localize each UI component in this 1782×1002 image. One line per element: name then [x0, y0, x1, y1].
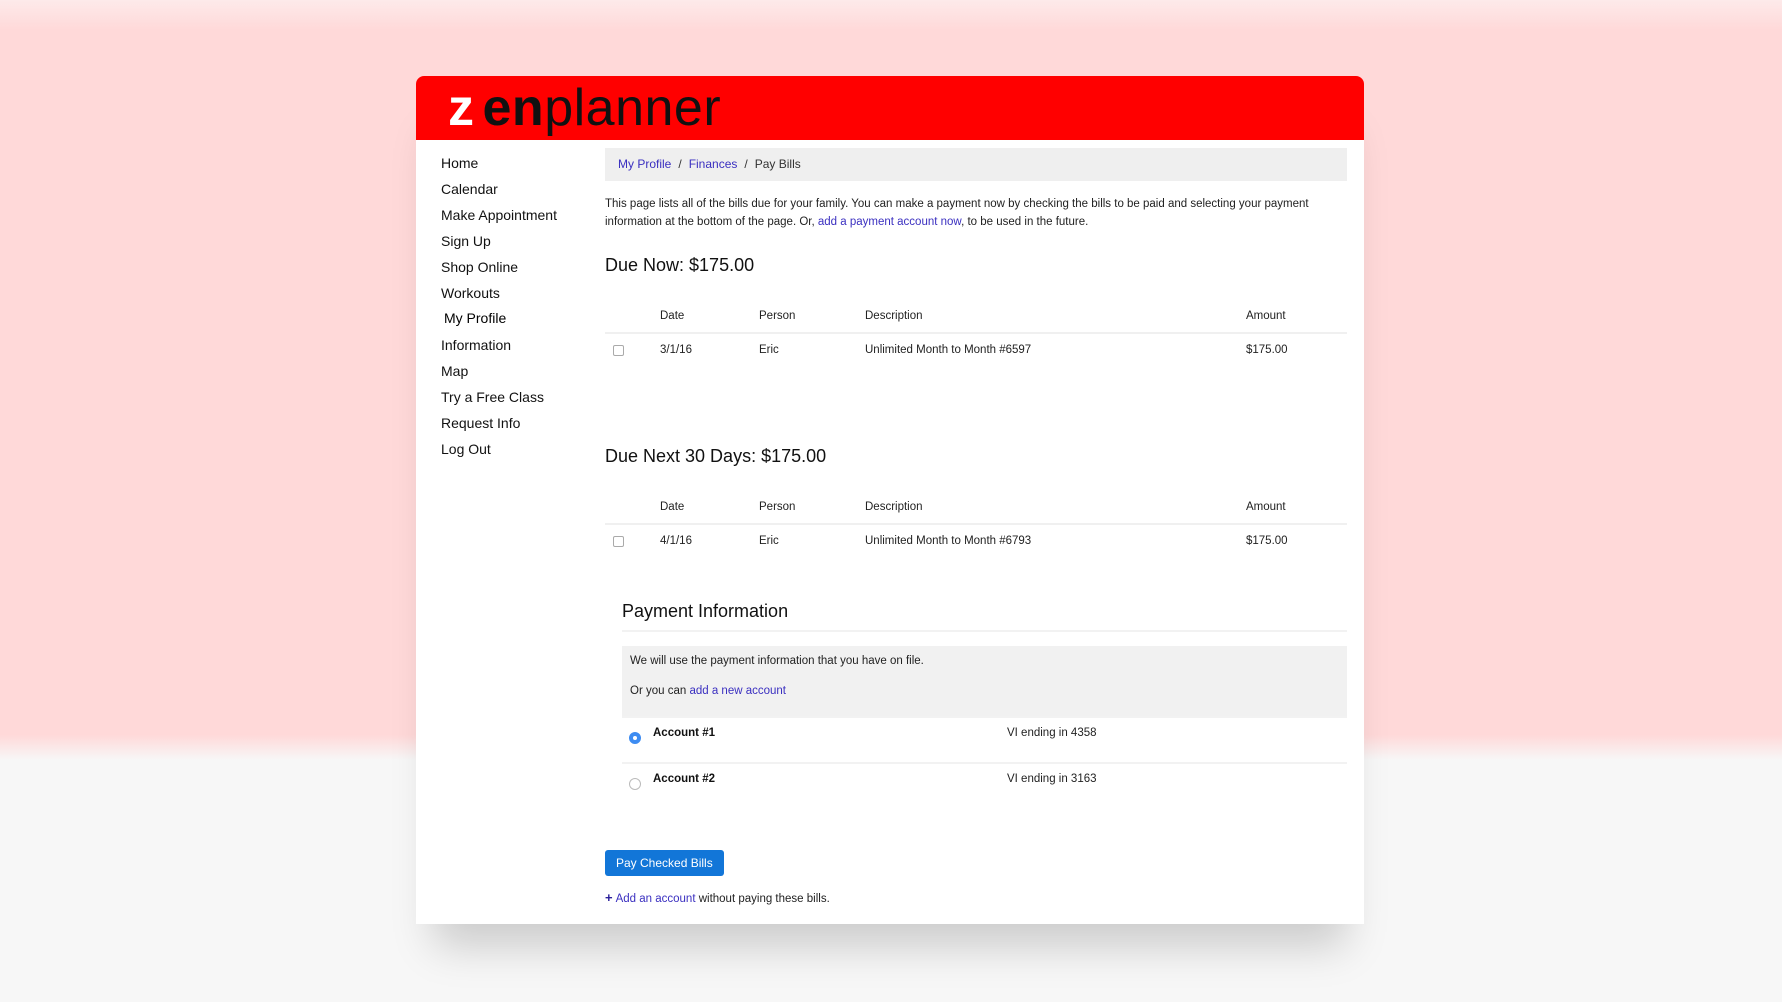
- bill-amount: $175.00: [1246, 344, 1288, 356]
- zenplanner-logo[interactable]: z en planner: [436, 76, 722, 140]
- account-name: Account #2: [653, 773, 715, 785]
- bill-date: 3/1/16: [660, 344, 692, 356]
- sidebar-item-sign-up[interactable]: Sign Up: [441, 228, 591, 254]
- sidebar-item-log-out[interactable]: Log Out: [441, 436, 591, 462]
- header-person: Person: [758, 491, 864, 525]
- intro-text: This page lists all of the bills due for…: [605, 195, 1347, 231]
- add-new-account-line: Or you can add a new account: [630, 685, 1339, 697]
- sidebar-item-request-info[interactable]: Request Info: [441, 410, 591, 436]
- header-select: [605, 300, 659, 334]
- add-payment-account-link[interactable]: add a payment account now: [818, 216, 961, 228]
- account-name: Account #1: [653, 727, 715, 739]
- or-text: Or you can: [630, 685, 690, 697]
- main-content: My Profile / Finances / Pay Bills This page …: [605, 148, 1347, 905]
- header-date: Date: [659, 491, 758, 525]
- header-date: Date: [659, 300, 758, 334]
- payment-section: Payment Information We will use the paym…: [622, 601, 1347, 808]
- bill-person: Eric: [759, 344, 779, 356]
- sidebar-section-my-profile: My Profile: [444, 310, 507, 326]
- bill-person: Eric: [759, 535, 779, 547]
- plus-icon: +: [605, 890, 613, 905]
- breadcrumb-separator: /: [678, 157, 682, 171]
- sidebar-item-try-free-class[interactable]: Try a Free Class: [441, 384, 591, 410]
- header-description: Description: [864, 491, 1245, 525]
- account-radio-selected[interactable]: [629, 732, 641, 744]
- due-now-title: Due Now: $175.00: [605, 255, 755, 275]
- logo-z: z: [436, 78, 479, 138]
- bill-checkbox[interactable]: [613, 345, 624, 356]
- sidebar-nav: Home Calendar Make Appointment Sign Up S…: [441, 150, 591, 462]
- bill-description: Unlimited Month to Month #6793: [865, 535, 1032, 547]
- page-card: z en planner Home Calendar Make Appointmen…: [416, 76, 1364, 924]
- table-row: 3/1/16 Eric Unlimited Month to Month #65…: [605, 333, 1347, 366]
- header-amount: Amount: [1245, 300, 1347, 334]
- table-header-row: Date Person Description Amount: [605, 491, 1347, 525]
- due-next-table: Date Person Description Amount 4/1/16 Er…: [605, 491, 1347, 557]
- sidebar-item-shop-online[interactable]: Shop Online: [441, 254, 591, 280]
- payment-on-file-box: We will use the payment information that…: [622, 646, 1347, 716]
- sidebar-item-workouts[interactable]: Workouts: [441, 280, 591, 306]
- account-radio[interactable]: [629, 778, 641, 790]
- intro-text-after: , to be used in the future.: [961, 216, 1089, 228]
- bill-date: 4/1/16: [660, 535, 692, 547]
- bill-checkbox[interactable]: [613, 536, 624, 547]
- sidebar-item-map[interactable]: Map: [441, 358, 591, 384]
- header-amount: Amount: [1245, 491, 1347, 525]
- table-row: 4/1/16 Eric Unlimited Month to Month #67…: [605, 524, 1347, 557]
- on-file-text: We will use the payment information that…: [630, 655, 924, 667]
- sidebar-item-calendar[interactable]: Calendar: [441, 176, 591, 202]
- breadcrumb-my-profile[interactable]: My Profile: [618, 157, 671, 171]
- add-an-account-link[interactable]: Add an account: [616, 893, 696, 905]
- header-select: [605, 491, 659, 525]
- account-option[interactable]: Account #2 VI ending in 3163: [622, 762, 1347, 808]
- add-new-account-link[interactable]: add a new account: [689, 685, 786, 697]
- account-option[interactable]: Account #1 VI ending in 4358: [622, 716, 1347, 762]
- sidebar-item-make-appointment[interactable]: Make Appointment: [441, 202, 591, 228]
- breadcrumb-separator: /: [744, 157, 748, 171]
- breadcrumb: My Profile / Finances / Pay Bills: [605, 148, 1347, 181]
- logo-planner: planner: [544, 79, 722, 137]
- due-now-table: Date Person Description Amount 3/1/16 Er…: [605, 300, 1347, 366]
- sidebar-item-home[interactable]: Home: [441, 150, 591, 176]
- breadcrumb-current: Pay Bills: [754, 157, 801, 171]
- account-card: VI ending in 4358: [1007, 727, 1097, 739]
- header-bar: z en planner: [416, 76, 1364, 140]
- bill-amount: $175.00: [1246, 535, 1288, 547]
- sidebar-item-information[interactable]: Information: [441, 332, 591, 358]
- pay-checked-bills-button[interactable]: Pay Checked Bills: [605, 850, 724, 876]
- account-card: VI ending in 3163: [1007, 773, 1097, 785]
- payment-title: Payment Information: [622, 601, 1347, 632]
- header-person: Person: [758, 300, 864, 334]
- add-account-suffix: without paying these bills.: [695, 893, 830, 905]
- breadcrumb-finances[interactable]: Finances: [689, 157, 738, 171]
- bill-description: Unlimited Month to Month #6597: [865, 344, 1032, 356]
- due-next-title: Due Next 30 Days: $175.00: [605, 446, 827, 466]
- header-description: Description: [864, 300, 1245, 334]
- add-account-line: + Add an account without paying these bil…: [605, 890, 1347, 905]
- table-header-row: Date Person Description Amount: [605, 300, 1347, 334]
- logo-en: en: [482, 79, 545, 137]
